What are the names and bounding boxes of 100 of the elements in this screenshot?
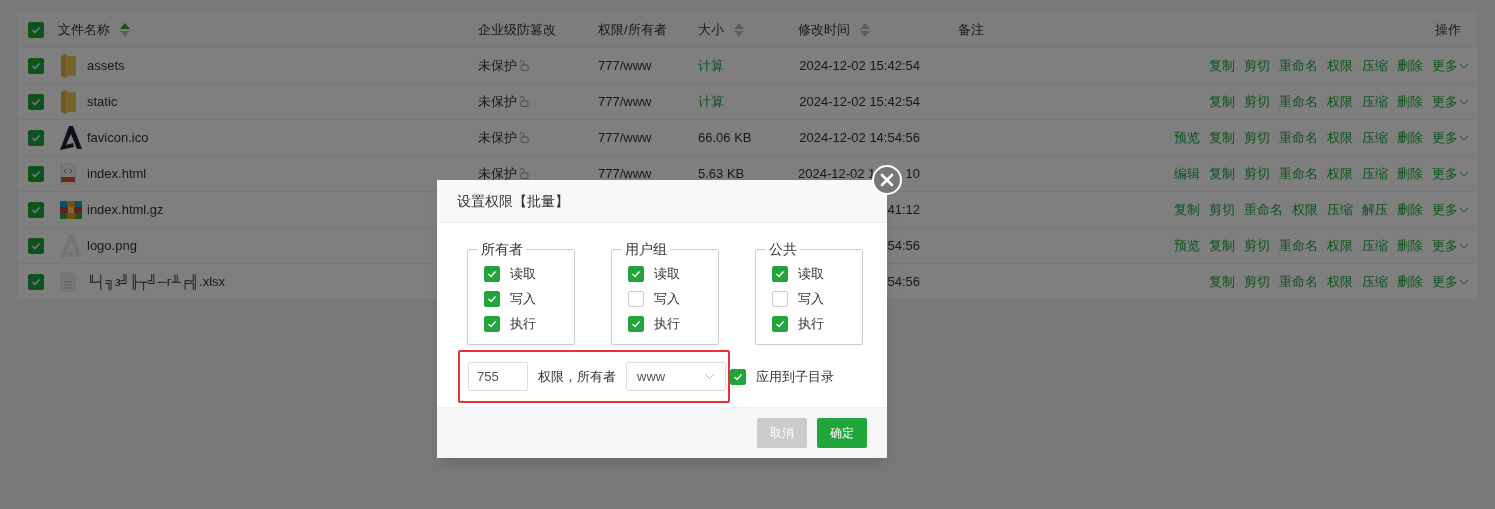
action-link[interactable]: 预览 (1174, 235, 1200, 256)
sort-icon[interactable] (860, 22, 870, 37)
checkbox[interactable] (628, 265, 644, 282)
action-link[interactable]: 复制 (1209, 235, 1235, 256)
caret-icon (1459, 242, 1469, 249)
row-checkbox[interactable] (28, 273, 44, 290)
action-link[interactable]: 权限 (1327, 235, 1353, 256)
sort-icon[interactable] (734, 22, 744, 37)
action-link[interactable]: 压缩 (1362, 235, 1388, 256)
action-link[interactable]: 删除 (1397, 163, 1423, 184)
action-link[interactable]: 重命名 (1279, 55, 1318, 76)
calculate-link[interactable]: 计算 (698, 57, 724, 73)
action-link[interactable]: 权限 (1292, 199, 1318, 220)
action-link[interactable]: 复制 (1209, 163, 1235, 184)
mode-input[interactable]: 755 (468, 362, 528, 391)
file-name[interactable]: index.html.gz (87, 199, 164, 220)
more-link[interactable]: 更多 (1432, 163, 1469, 184)
action-link[interactable]: 剪切 (1244, 127, 1270, 148)
more-link[interactable]: 更多 (1432, 91, 1469, 112)
action-link[interactable]: 剪切 (1244, 271, 1270, 292)
action-link[interactable]: 重命名 (1279, 235, 1318, 256)
checkbox[interactable] (484, 265, 500, 282)
action-link[interactable]: 权限 (1327, 271, 1353, 292)
file-name[interactable]: index.html (87, 163, 147, 184)
action-link[interactable]: 权限 (1327, 163, 1353, 184)
action-link[interactable]: 复制 (1209, 127, 1235, 148)
action-link[interactable]: 压缩 (1362, 127, 1388, 148)
more-link[interactable]: 更多 (1432, 199, 1469, 220)
checkbox[interactable] (484, 290, 500, 307)
action-link[interactable]: 权限 (1327, 127, 1353, 148)
action-link[interactable]: 复制 (1209, 55, 1235, 76)
checkbox[interactable] (772, 290, 788, 307)
column-header[interactable]: 文件名称 (58, 19, 110, 40)
checkbox[interactable] (772, 265, 788, 282)
column-header: 权限/所有者 (598, 20, 667, 39)
file-name[interactable]: assets (87, 55, 125, 76)
checkbox[interactable] (730, 368, 746, 385)
row-checkbox[interactable] (28, 201, 44, 218)
group-label: 公共 (766, 240, 800, 258)
permission-label: 读取 (510, 264, 536, 283)
calculate-link[interactable]: 计算 (698, 93, 724, 109)
action-link[interactable]: 删除 (1397, 235, 1423, 256)
permission-owner[interactable]: 777/www (598, 165, 652, 181)
checkbox[interactable] (484, 315, 500, 332)
action-link[interactable]: 剪切 (1209, 199, 1235, 220)
permission-owner[interactable]: 777/www (598, 129, 652, 145)
check-icon (31, 204, 41, 215)
check-icon (631, 318, 641, 329)
row-checkbox[interactable] (28, 93, 44, 110)
action-link[interactable]: 删除 (1397, 55, 1423, 76)
action-link[interactable]: 重命名 (1279, 127, 1318, 148)
column-header[interactable]: 修改时间 (798, 19, 850, 40)
row-checkbox[interactable] (28, 165, 44, 182)
file-name[interactable]: logo.png (87, 235, 137, 256)
action-link[interactable]: 压缩 (1362, 91, 1388, 112)
row-checkbox[interactable] (28, 237, 44, 254)
checkbox[interactable] (628, 290, 644, 307)
action-link[interactable]: 复制 (1209, 91, 1235, 112)
more-link[interactable]: 更多 (1432, 127, 1469, 148)
action-link[interactable]: 删除 (1397, 199, 1423, 220)
action-link[interactable]: 权限 (1327, 91, 1353, 112)
action-link[interactable]: 剪切 (1244, 235, 1270, 256)
action-link[interactable]: 重命名 (1244, 199, 1283, 220)
action-link[interactable]: 剪切 (1244, 163, 1270, 184)
file-name[interactable]: ╙┤╗з╝╟┬╝─г╨╒╣.xlsx (87, 271, 226, 292)
action-link[interactable]: 删除 (1397, 91, 1423, 112)
action-link[interactable]: 编辑 (1174, 163, 1200, 184)
column-header[interactable]: 大小 (698, 19, 724, 40)
action-link[interactable]: 压缩 (1362, 271, 1388, 292)
action-link[interactable]: 重命名 (1279, 271, 1318, 292)
action-link[interactable]: 删除 (1397, 127, 1423, 148)
action-link[interactable]: 压缩 (1362, 163, 1388, 184)
row-checkbox[interactable] (28, 129, 44, 146)
check-icon (31, 168, 41, 179)
checkbox[interactable] (628, 315, 644, 332)
checkbox[interactable] (772, 315, 788, 332)
row-checkbox[interactable] (28, 57, 44, 74)
more-link[interactable]: 更多 (1432, 271, 1469, 292)
permission-owner[interactable]: 777/www (598, 57, 652, 73)
sort-icon[interactable] (120, 22, 130, 37)
action-link[interactable]: 压缩 (1327, 199, 1353, 220)
action-link[interactable]: 重命名 (1279, 163, 1318, 184)
action-link[interactable]: 剪切 (1244, 91, 1270, 112)
file-name[interactable]: static (87, 91, 118, 112)
action-link[interactable]: 复制 (1209, 271, 1235, 292)
more-link[interactable]: 更多 (1432, 235, 1469, 256)
select-all-checkbox[interactable] (28, 21, 44, 38)
file-name[interactable]: favicon.ico (87, 127, 149, 148)
action-link[interactable]: 删除 (1397, 271, 1423, 292)
action-link[interactable]: 复制 (1174, 199, 1200, 220)
action-link[interactable]: 压缩 (1362, 55, 1388, 76)
action-link[interactable]: 解压 (1362, 199, 1388, 220)
confirm-button[interactable]: 确定 (817, 418, 867, 448)
action-link[interactable]: 预览 (1174, 127, 1200, 148)
owner-select[interactable]: www (626, 362, 726, 391)
action-link[interactable]: 重命名 (1279, 91, 1318, 112)
action-link[interactable]: 权限 (1327, 55, 1353, 76)
permission-owner[interactable]: 777/www (598, 93, 652, 109)
action-link[interactable]: 剪切 (1244, 55, 1270, 76)
more-link[interactable]: 更多 (1432, 55, 1469, 76)
